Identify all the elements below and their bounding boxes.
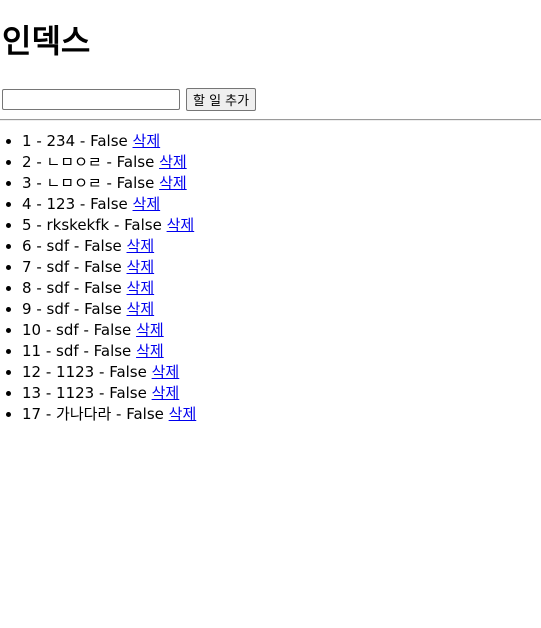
todo-item: 4 - 123 - False 삭제: [22, 194, 539, 215]
todo-item: 3 - ㄴㅁㅇㄹ - False 삭제: [22, 173, 539, 194]
todo-id: 10: [22, 321, 42, 339]
todo-done-status: False: [109, 363, 147, 381]
delete-link[interactable]: 삭제: [127, 237, 155, 255]
todo-text: 234: [46, 132, 76, 150]
todo-item: 6 - sdf - False 삭제: [22, 236, 539, 257]
todo-text: 가나다라: [56, 405, 112, 423]
delete-link[interactable]: 삭제: [159, 174, 187, 192]
todo-done-status: False: [116, 174, 155, 192]
todo-done-status: False: [126, 405, 164, 423]
add-todo-form: 할 일 추가: [2, 87, 539, 111]
add-todo-button[interactable]: 할 일 추가: [186, 87, 257, 111]
todo-item: 5 - rkskekfk - False 삭제: [22, 215, 539, 236]
todo-done-status: False: [124, 216, 162, 234]
todo-item: 8 - sdf - False 삭제: [22, 278, 539, 299]
todo-item: 2 - ㄴㅁㅇㄹ - False 삭제: [22, 152, 539, 173]
todo-done-status: False: [116, 153, 155, 171]
delete-link[interactable]: 삭제: [133, 132, 161, 150]
todo-id: 8: [22, 279, 32, 297]
todo-text: ㄴㅁㅇㄹ: [46, 153, 102, 171]
delete-link[interactable]: 삭제: [159, 153, 187, 171]
todo-item: 10 - sdf - False 삭제: [22, 320, 539, 341]
todo-id: 2: [22, 153, 32, 171]
todo-item: 12 - 1123 - False 삭제: [22, 362, 539, 383]
todo-done-status: False: [90, 132, 128, 150]
todo-text: sdf: [46, 300, 70, 318]
todo-id: 4: [22, 195, 32, 213]
todo-item: 9 - sdf - False 삭제: [22, 299, 539, 320]
todo-id: 5: [22, 216, 32, 234]
todo-done-status: False: [93, 342, 132, 360]
todo-item: 7 - sdf - False 삭제: [22, 257, 539, 278]
todo-text: 1123: [56, 363, 95, 381]
todo-id: 11: [22, 342, 42, 360]
todo-done-status: False: [93, 321, 132, 339]
delete-link[interactable]: 삭제: [152, 363, 180, 381]
todo-text: sdf: [46, 258, 70, 276]
todo-done-status: False: [90, 195, 128, 213]
todo-text: sdf: [46, 237, 70, 255]
todo-done-status: False: [84, 279, 122, 297]
todo-id: 17: [22, 405, 42, 423]
todo-text: sdf: [46, 279, 70, 297]
todo-list: 1 - 234 - False 삭제2 - ㄴㅁㅇㄹ - False 삭제3 -…: [2, 131, 539, 425]
todo-item: 13 - 1123 - False 삭제: [22, 383, 539, 404]
delete-link[interactable]: 삭제: [136, 342, 164, 360]
page-title: 인덱스: [2, 22, 91, 60]
delete-link[interactable]: 삭제: [152, 384, 180, 402]
todo-text: ㄴㅁㅇㄹ: [46, 174, 102, 192]
todo-done-status: False: [109, 384, 147, 402]
delete-link[interactable]: 삭제: [136, 321, 164, 339]
todo-text: sdf: [56, 321, 79, 339]
delete-link[interactable]: 삭제: [133, 195, 161, 213]
todo-text: 1123: [56, 384, 95, 402]
todo-id: 6: [22, 237, 32, 255]
todo-id: 7: [22, 258, 32, 276]
delete-link[interactable]: 삭제: [167, 216, 195, 234]
todo-id: 13: [22, 384, 42, 402]
todo-id: 3: [22, 174, 32, 192]
delete-link[interactable]: 삭제: [127, 300, 155, 318]
todo-done-status: False: [84, 237, 122, 255]
todo-id: 12: [22, 363, 42, 381]
todo-text: 123: [46, 195, 76, 213]
todo-input[interactable]: [2, 88, 180, 110]
todo-id: 1: [22, 132, 32, 150]
todo-id: 9: [22, 300, 32, 318]
delete-link[interactable]: 삭제: [127, 279, 155, 297]
todo-done-status: False: [84, 258, 122, 276]
todo-item: 11 - sdf - False 삭제: [22, 341, 539, 362]
todo-item: 17 - 가나다라 - False 삭제: [22, 404, 539, 425]
delete-link[interactable]: 삭제: [127, 258, 155, 276]
todo-text: sdf: [56, 342, 79, 360]
delete-link[interactable]: 삭제: [169, 405, 197, 423]
todo-done-status: False: [84, 300, 122, 318]
todo-item: 1 - 234 - False 삭제: [22, 131, 539, 152]
divider: [0, 119, 541, 121]
todo-text: rkskekfk: [46, 216, 110, 234]
